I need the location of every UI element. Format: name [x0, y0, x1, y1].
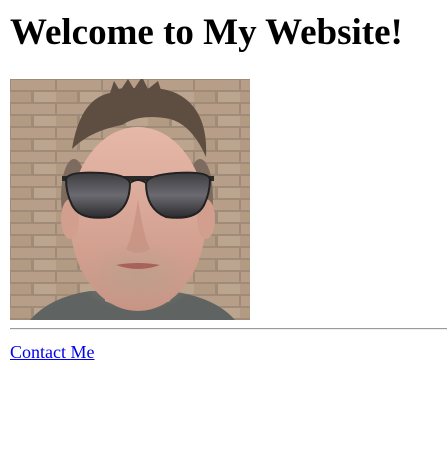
- divider: [10, 328, 447, 330]
- contact-link[interactable]: Contact Me: [10, 341, 94, 363]
- page-title: Welcome to My Website!: [10, 12, 403, 53]
- profile-photo: [10, 79, 250, 320]
